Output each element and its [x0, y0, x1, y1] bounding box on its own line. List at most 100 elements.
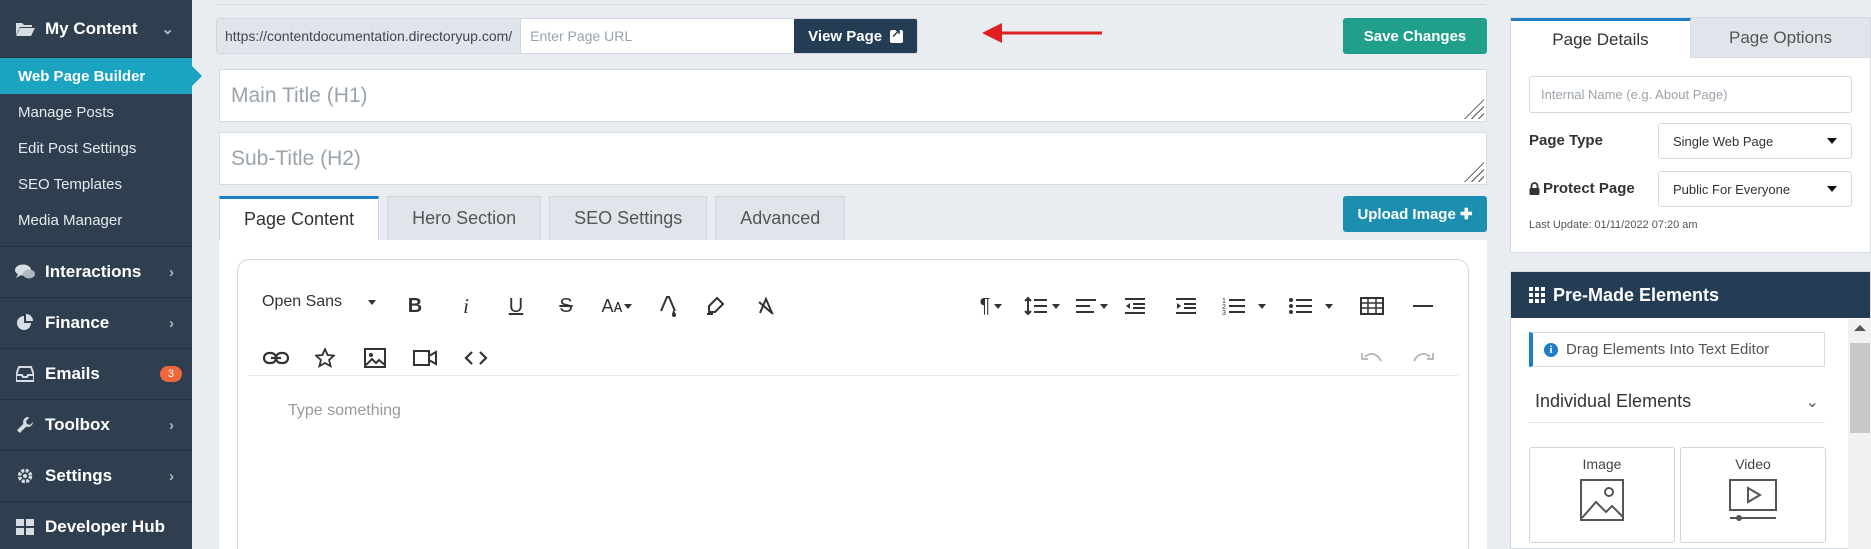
link-icon[interactable] [262, 345, 290, 371]
resize-handle-icon[interactable] [1464, 99, 1484, 119]
star-icon[interactable] [313, 345, 337, 371]
drag-info-text: Drag Elements Into Text Editor [1566, 341, 1770, 358]
upload-image-button[interactable]: Upload Image ✚ [1343, 196, 1487, 232]
premade-title: Pre-Made Elements [1553, 284, 1720, 305]
sidebar: My Content ⌄ Web Page Builder Manage Pos… [0, 0, 202, 549]
unordered-list-icon[interactable] [1288, 293, 1334, 319]
tab-page-details[interactable]: Page Details [1511, 18, 1691, 58]
info-icon: i [1544, 342, 1558, 357]
clear-formatting-icon[interactable] [754, 293, 778, 319]
grid-icon [14, 518, 36, 536]
gear-icon [14, 467, 36, 485]
sub-title-field[interactable]: Sub-Title (H2) [219, 132, 1487, 185]
text-color-icon[interactable] [656, 293, 680, 319]
tab-hero-section[interactable]: Hero Section [387, 196, 542, 240]
premade-header: Pre-Made Elements [1511, 272, 1870, 318]
sidebar-section-toolbox[interactable]: Toolbox › [0, 400, 192, 451]
underline-icon[interactable]: U [506, 293, 526, 319]
sidebar-item-seo-templates[interactable]: SEO Templates [0, 166, 192, 202]
outdent-icon[interactable] [1122, 293, 1148, 319]
sidebar-item-media-manager[interactable]: Media Manager [0, 202, 192, 238]
page-details-panel: Page Details Page Options Page Type Sing… [1510, 17, 1871, 253]
annotation-arrow [982, 23, 1102, 43]
code-view-icon[interactable] [462, 345, 490, 371]
italic-icon[interactable]: i [456, 293, 476, 319]
sidebar-section-developer-hub[interactable]: Developer Hub [0, 502, 192, 549]
sub-title-placeholder: Sub-Title (H2) [231, 146, 361, 170]
folder-open-icon [14, 20, 36, 38]
sidebar-section-finance[interactable]: Finance › [0, 298, 192, 349]
font-size-icon[interactable]: Aᴀ [598, 293, 636, 319]
sidebar-item-label: Manage Posts [18, 103, 114, 121]
sidebar-item-manage-posts[interactable]: Manage Posts [0, 94, 192, 130]
view-page-button[interactable]: View Page [794, 19, 918, 53]
sidebar-section-label: My Content [45, 18, 138, 38]
align-icon[interactable] [1071, 293, 1111, 319]
paragraph-format-icon[interactable]: ¶ [973, 293, 1009, 319]
sidebar-section-label: Finance [45, 313, 110, 332]
sidebar-section-label: Developer Hub [45, 517, 165, 536]
unread-count-badge: 3 [159, 366, 182, 382]
internal-name-input[interactable] [1529, 76, 1852, 113]
indent-icon[interactable] [1173, 293, 1199, 319]
element-card-image[interactable]: Image [1529, 447, 1675, 543]
editor-placeholder[interactable]: Type something [288, 402, 401, 420]
element-card-video[interactable]: Video [1680, 447, 1826, 543]
video-icon[interactable] [412, 345, 438, 371]
horizontal-line-icon[interactable] [1410, 293, 1436, 319]
main-title-field[interactable]: Main Title (H1) [219, 69, 1487, 122]
scroll-up-arrow-icon[interactable] [1854, 325, 1866, 331]
content-tabs: Page Content Hero Section SEO Settings A… [219, 196, 846, 240]
line-height-icon[interactable] [1021, 293, 1061, 319]
ordered-list-icon[interactable]: 123 [1221, 293, 1267, 319]
sidebar-section-settings[interactable]: Settings › [0, 451, 192, 502]
sidebar-section-emails[interactable]: Emails 3 [0, 349, 192, 400]
chevron-right-icon: › [169, 416, 174, 434]
bold-icon[interactable]: B [405, 293, 425, 319]
scroll-thumb[interactable] [1850, 343, 1870, 433]
page-type-select[interactable]: Single Web Page [1658, 123, 1852, 159]
strikethrough-icon[interactable]: S [556, 293, 576, 319]
protect-page-value: Public For Everyone [1673, 181, 1791, 197]
sidebar-section-label: Settings [45, 466, 113, 485]
protect-page-select[interactable]: Public For Everyone [1658, 171, 1852, 207]
page-url-input[interactable] [521, 19, 795, 53]
tab-seo-settings[interactable]: SEO Settings [549, 196, 708, 240]
individual-elements-label: Individual Elements [1535, 391, 1692, 411]
sidebar-item-label: Edit Post Settings [18, 139, 137, 157]
redo-icon[interactable] [1410, 345, 1436, 371]
rich-text-editor: Open Sans B i U S Aᴀ ¶ 123 Type somethin… [237, 259, 1469, 549]
svg-text:3: 3 [1222, 310, 1226, 316]
element-card-label: Image [1582, 456, 1622, 472]
tab-advanced[interactable]: Advanced [715, 196, 846, 240]
inbox-icon [14, 365, 36, 383]
undo-icon[interactable] [1359, 345, 1385, 371]
premade-elements-panel: Pre-Made Elements i Drag Elements Into T… [1510, 271, 1871, 549]
table-icon[interactable] [1359, 293, 1385, 319]
last-update-text: Last Update: 01/11/2022 07:20 am [1529, 219, 1698, 231]
sidebar-submenu: Web Page Builder Manage Posts Edit Post … [0, 58, 202, 247]
sidebar-item-edit-post-settings[interactable]: Edit Post Settings [0, 130, 192, 166]
page-type-label: Page Type [1529, 132, 1603, 149]
caret-down-icon [368, 299, 377, 305]
caret-down-icon [1827, 186, 1837, 192]
sidebar-item-web-page-builder[interactable]: Web Page Builder [0, 58, 202, 94]
wrench-icon [14, 416, 36, 434]
protect-page-label-group: Protect Page [1529, 180, 1635, 197]
highlight-icon[interactable] [703, 293, 727, 319]
sidebar-item-label: Web Page Builder [18, 67, 146, 85]
resize-handle-icon[interactable] [1464, 162, 1484, 182]
url-prefix: https://contentdocumentation.directoryup… [217, 19, 522, 53]
font-family-value: Open Sans [262, 293, 343, 310]
video-player-icon [1729, 479, 1777, 521]
external-link-icon [890, 26, 904, 43]
tab-page-options[interactable]: Page Options [1691, 18, 1870, 58]
image-icon[interactable] [362, 345, 388, 371]
sidebar-section-my-content[interactable]: My Content ⌄ [0, 0, 192, 58]
tab-page-content[interactable]: Page Content [219, 196, 380, 240]
premade-scrollbar[interactable] [1848, 319, 1871, 549]
individual-elements-accordion[interactable]: Individual Elements ⌄ [1529, 381, 1825, 423]
font-family-select[interactable]: Open Sans [262, 293, 377, 311]
save-changes-button[interactable]: Save Changes [1343, 18, 1487, 54]
sidebar-section-interactions[interactable]: Interactions › [0, 247, 192, 298]
